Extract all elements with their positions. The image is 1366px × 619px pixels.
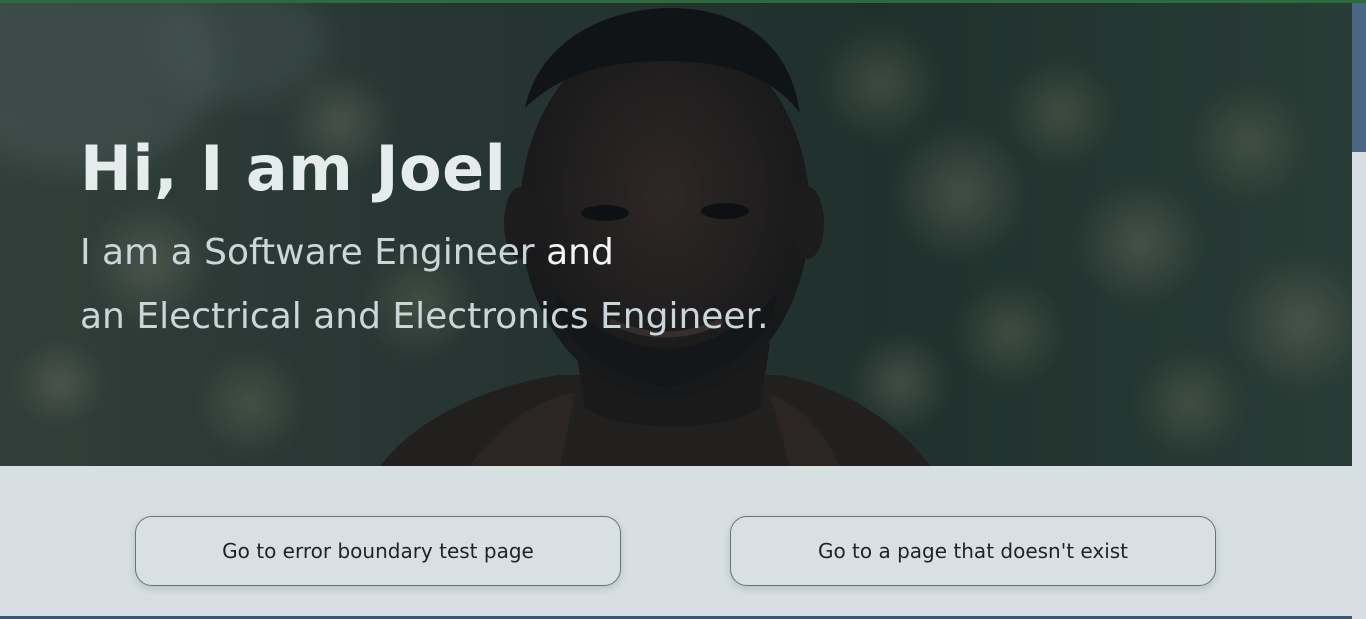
nonexistent-page-button[interactable]: Go to a page that doesn't exist [730,516,1216,586]
hero-text-block: Hi, I am Joel I am a Software Engineer a… [80,131,769,337]
scrollbar-thumb[interactable] [1352,3,1366,152]
navigation-buttons-section: Go to error boundary test page Go to a p… [0,466,1352,616]
hero-section: Hi, I am Joel I am a Software Engineer a… [0,3,1352,466]
hero-subtitle-line-2: an Electrical and Electronics Engineer. [80,296,769,337]
hero-subtitle-line-1-text: I am a Software Engineer [80,232,547,273]
hero-subtitle-emphasis: and [546,232,614,273]
page: Hi, I am Joel I am a Software Engineer a… [0,0,1366,619]
top-accent-line [0,0,1366,3]
hero-title: Hi, I am Joel [80,132,507,205]
error-boundary-test-button[interactable]: Go to error boundary test page [135,516,621,586]
hero-subtitle-line-1: I am a Software Engineer and [80,233,769,273]
